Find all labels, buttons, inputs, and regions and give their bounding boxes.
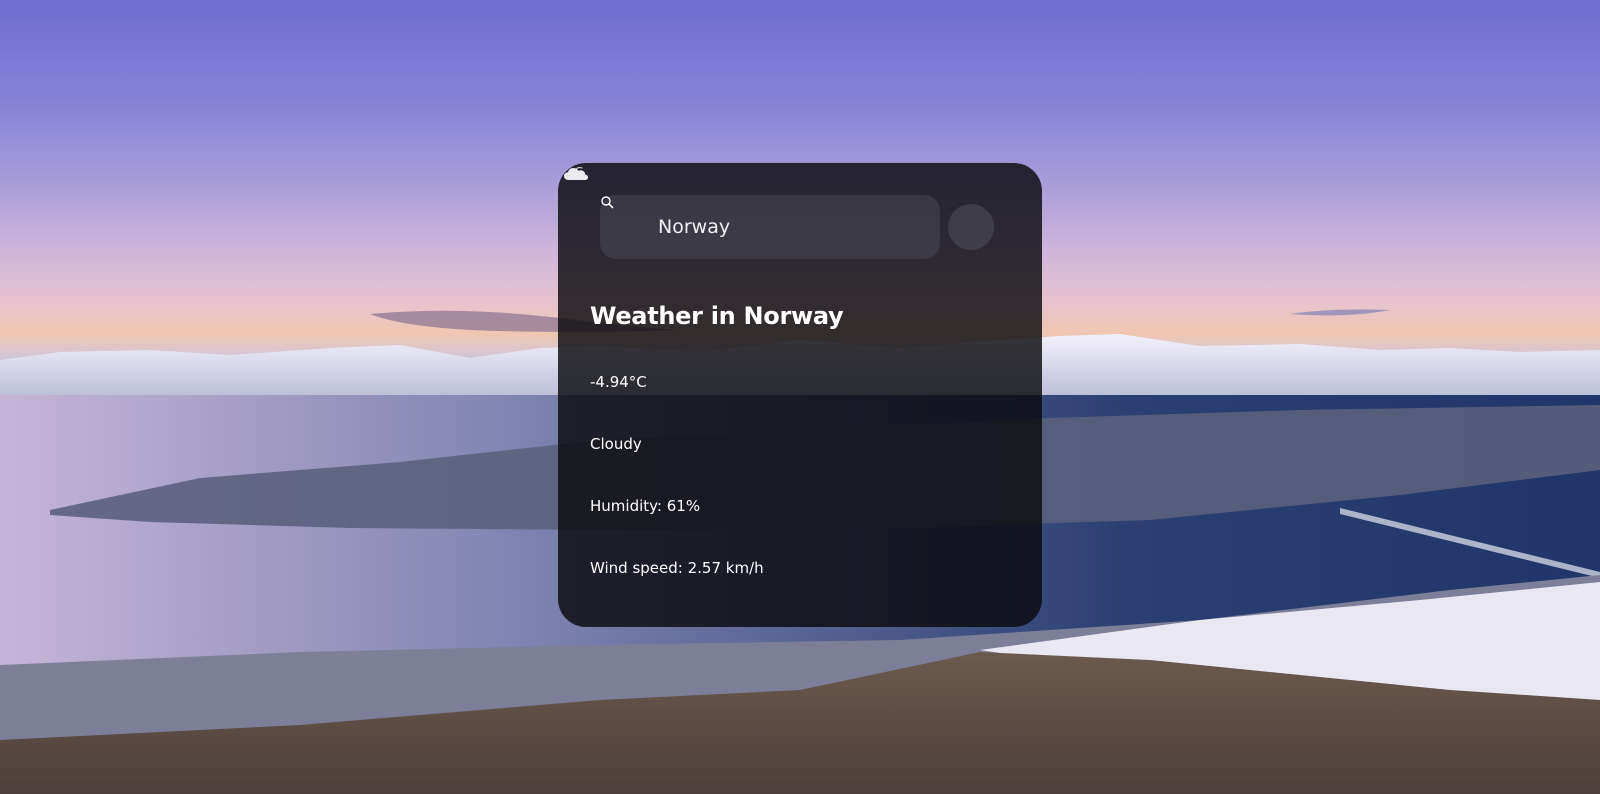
search-button[interactable] bbox=[601, 196, 994, 250]
cloud-icon bbox=[564, 166, 588, 180]
weather-condition: Cloudy bbox=[564, 166, 1010, 455]
condition-label: Cloudy bbox=[590, 435, 642, 453]
background-landscape: Weather in Norway -4.94°C Cloudy Humidit… bbox=[0, 0, 1600, 794]
search-bar bbox=[600, 195, 1010, 259]
search-input[interactable] bbox=[600, 195, 940, 259]
search-icon bbox=[601, 196, 614, 209]
weather-title: Weather in Norway bbox=[590, 302, 844, 330]
temperature-value: -4.94°C bbox=[590, 373, 647, 391]
humidity-value: Humidity: 61% bbox=[590, 497, 701, 515]
wind-speed-value: Wind speed: 2.57 km/h bbox=[590, 559, 764, 577]
weather-card: Weather in Norway -4.94°C Cloudy Humidit… bbox=[558, 163, 1042, 627]
